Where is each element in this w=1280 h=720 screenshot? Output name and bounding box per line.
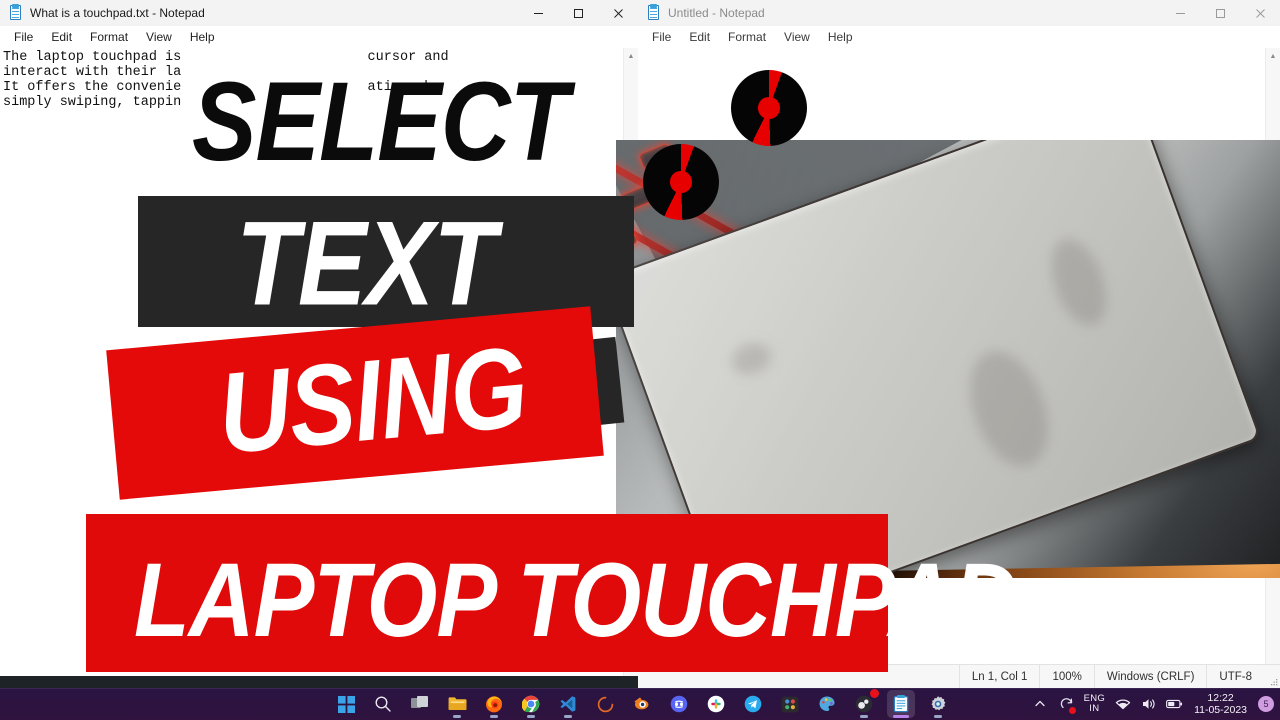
taskbar-running-indicator (893, 715, 909, 718)
taskbar-running-indicator (490, 715, 498, 718)
language-region: IN (1089, 703, 1100, 714)
menu-format[interactable]: Format (720, 28, 774, 46)
menu-file[interactable]: File (6, 28, 41, 46)
screen: What is a touchpad.txt - Notepad File Ed… (0, 0, 1280, 720)
camera-overlay-touchpad (616, 140, 1280, 578)
title-bar[interactable]: What is a touchpad.txt - Notepad (0, 0, 638, 26)
click-highlight-icon (731, 70, 807, 146)
window-title: What is a touchpad.txt - Notepad (30, 6, 205, 20)
taskbar-running-indicator (453, 715, 461, 718)
menu-help[interactable]: Help (820, 28, 861, 46)
taskbar-pinned-items (332, 688, 952, 720)
menu-bar: File Edit Format View Help (638, 26, 1280, 48)
taskbar-item-settings[interactable] (924, 690, 952, 718)
menu-edit[interactable]: Edit (43, 28, 80, 46)
taskbar-item-notepad[interactable] (887, 690, 915, 718)
caption-buttons (1160, 0, 1280, 26)
touchpad-smudge (727, 337, 776, 380)
taskbar-item-slack[interactable] (702, 690, 730, 718)
taskbar-item-search[interactable] (369, 690, 397, 718)
show-hidden-icons-chevron-icon[interactable] (1032, 696, 1049, 713)
minimize-button[interactable] (1160, 0, 1200, 26)
title-bar-left: What is a touchpad.txt - Notepad (0, 4, 518, 21)
menu-edit[interactable]: Edit (681, 28, 718, 46)
taskbar-running-indicator (860, 715, 868, 718)
taskbar-item-loading[interactable] (591, 690, 619, 718)
overlay-title-line-1: SELECT (192, 59, 569, 185)
taskbar-item-obs-studio[interactable] (850, 689, 879, 718)
menu-format[interactable]: Format (82, 28, 136, 46)
menu-file[interactable]: File (644, 28, 679, 46)
taskbar-item-discord[interactable] (665, 690, 693, 718)
system-tray: ENG IN 12:22 11-05-2023 5 (1032, 688, 1274, 720)
click-highlight-icon (643, 144, 719, 220)
taskbar-running-indicator (527, 715, 535, 718)
notification-center-badge[interactable]: 5 (1258, 696, 1274, 712)
minimize-button[interactable] (518, 0, 558, 26)
close-button[interactable] (1240, 0, 1280, 26)
overlay-title-line-2: TEXT (236, 196, 496, 331)
touchpad-smudge (955, 340, 1063, 478)
maximize-button[interactable] (1200, 0, 1240, 26)
battery-icon[interactable] (1166, 696, 1183, 713)
maximize-button[interactable] (558, 0, 598, 26)
document-line: simply swiping, tappin (3, 95, 182, 110)
title-bar[interactable]: Untitled - Notepad (638, 0, 1280, 26)
notepad-icon (647, 4, 661, 21)
language-indicator[interactable]: ENG IN (1084, 694, 1106, 714)
status-encoding[interactable]: UTF-8 (1206, 664, 1264, 688)
title-bar-left: Untitled - Notepad (638, 4, 1160, 21)
volume-icon[interactable] (1140, 696, 1157, 713)
close-button[interactable] (598, 0, 638, 26)
taskbar-item-davinci-resolve[interactable] (776, 690, 804, 718)
notepad-icon (9, 4, 23, 21)
clock-time: 12:22 (1207, 691, 1234, 704)
resize-grip-icon[interactable] (1264, 663, 1280, 688)
taskbar-item-chrome[interactable] (517, 690, 545, 718)
status-zoom[interactable]: 100% (1039, 664, 1093, 688)
notification-badge-icon (870, 689, 879, 698)
taskbar-item-start[interactable] (332, 690, 360, 718)
overlay-title-line-4: LAPTOP TOUCHPAD (134, 542, 1019, 659)
menu-view[interactable]: View (138, 28, 180, 46)
touchpad-smudge (1040, 231, 1117, 333)
taskbar-item-file-explorer[interactable] (443, 690, 471, 718)
menu-view[interactable]: View (776, 28, 818, 46)
clock-date: 11-05-2023 (1194, 704, 1247, 716)
overlay-title-line-3: USING (213, 323, 532, 479)
status-line-ending[interactable]: Windows (CRLF) (1093, 664, 1207, 688)
taskbar-item-task-view[interactable] (406, 690, 434, 718)
click-highlight-hub (670, 171, 692, 193)
taskbar-item-firefox[interactable] (480, 690, 508, 718)
screen-recording-icon[interactable] (1058, 696, 1076, 714)
menu-help[interactable]: Help (182, 28, 223, 46)
taskbar-item-paint[interactable] (813, 690, 841, 718)
taskbar-item-telegram[interactable] (739, 690, 767, 718)
scroll-up-icon[interactable]: ▲ (1266, 48, 1280, 64)
menu-bar: File Edit Format View Help (0, 26, 638, 48)
clock[interactable]: 12:22 11-05-2023 (1192, 692, 1249, 717)
click-highlight-hub (758, 97, 780, 119)
status-cursor-position: Ln 1, Col 1 (958, 664, 1040, 688)
caption-buttons (518, 0, 638, 26)
taskbar-running-indicator (564, 715, 572, 718)
taskbar-running-indicator (934, 715, 942, 718)
taskbar-item-blender[interactable] (628, 690, 656, 718)
scroll-up-icon[interactable]: ▲ (624, 48, 638, 64)
taskbar: ENG IN 12:22 11-05-2023 5 (0, 688, 1280, 720)
document-line: interact with their la (3, 65, 182, 80)
window-title: Untitled - Notepad (668, 6, 765, 20)
taskbar-item-vscode[interactable] (554, 690, 582, 718)
recording-dot-icon (1068, 706, 1076, 714)
wifi-icon[interactable] (1114, 696, 1131, 713)
